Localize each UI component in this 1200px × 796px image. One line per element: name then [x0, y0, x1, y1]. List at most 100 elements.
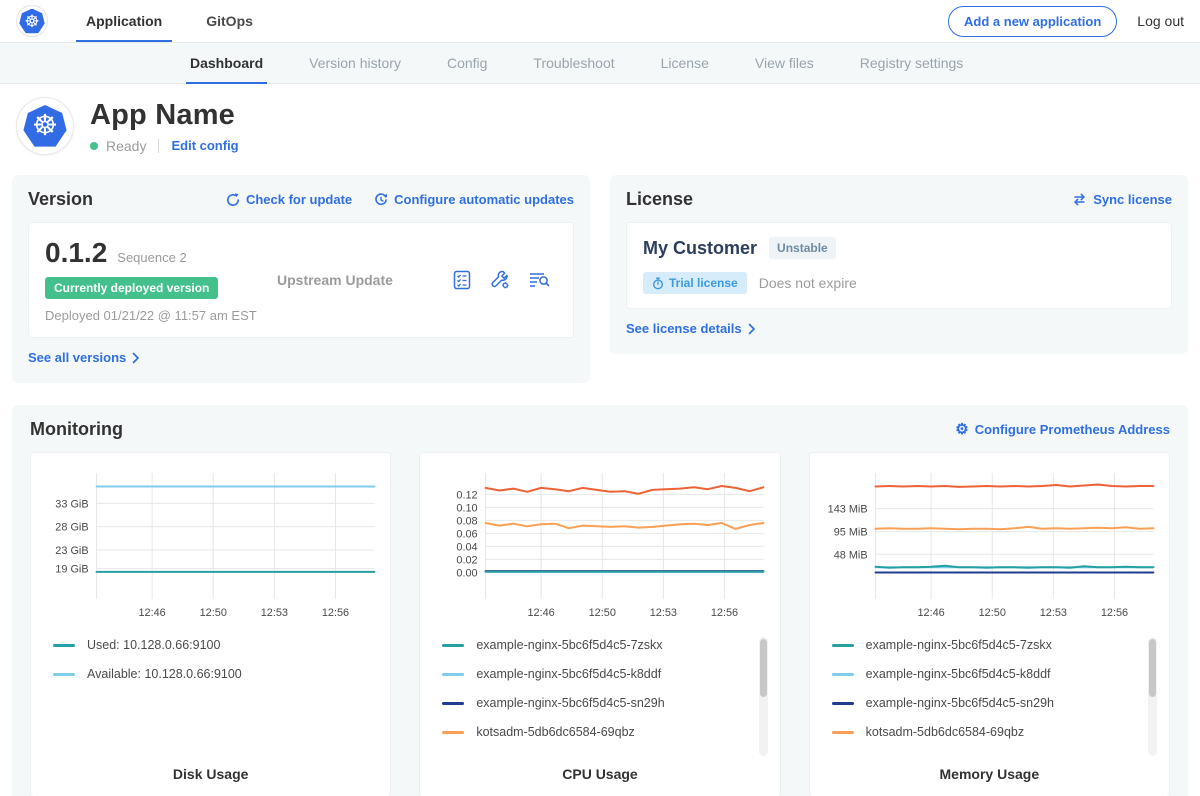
- legend-item[interactable]: Used: 10.128.0.66:9100: [53, 637, 382, 653]
- disk-usage-chart-card: 12:4612:5012:5312:5633 GiB28 GiB23 GiB19…: [30, 452, 391, 796]
- legend-scrollbar-thumb[interactable]: [1149, 639, 1156, 697]
- license-card: License Sync license My Customer Unstabl…: [610, 175, 1188, 354]
- svg-text:33 GiB: 33 GiB: [55, 498, 88, 510]
- sync-license-link[interactable]: Sync license: [1072, 192, 1172, 207]
- svg-text:0.00: 0.00: [457, 567, 478, 579]
- legend-label: example-nginx-5bc6f5d4c5-sn29h: [476, 696, 664, 710]
- legend-item[interactable]: kotsadm-5db6dc6584-69qbz: [442, 724, 771, 740]
- svg-text:0.12: 0.12: [457, 489, 478, 501]
- current-version-row: 0.1.2 Sequence 2 Currently deployed vers…: [28, 222, 574, 338]
- svg-text:19 GiB: 19 GiB: [55, 564, 88, 576]
- svg-text:12:56: 12:56: [711, 607, 738, 619]
- status-badge: Ready: [106, 138, 146, 154]
- clock-refresh-icon: [374, 193, 388, 207]
- legend-color-dash: [53, 673, 75, 676]
- sub-tab-config[interactable]: Config: [447, 43, 487, 83]
- svg-text:143 MiB: 143 MiB: [827, 504, 867, 516]
- svg-text:0.04: 0.04: [457, 541, 478, 553]
- channel-badge: Unstable: [769, 237, 836, 259]
- edit-config-link[interactable]: Edit config: [171, 138, 238, 153]
- legend-label: kotsadm-5db6dc6584-69qbz: [866, 725, 1024, 739]
- legend-color-dash: [53, 644, 75, 647]
- legend-label: example-nginx-5bc6f5d4c5-7zskx: [476, 638, 662, 652]
- status-dot-icon: [90, 142, 98, 150]
- memory-usage-chart-card: 12:4612:5012:5312:56143 MiB95 MiB48 MiB …: [809, 452, 1170, 796]
- sub-tab-dashboard[interactable]: Dashboard: [190, 43, 263, 83]
- cpu-usage-chart-title: CPU Usage: [428, 766, 771, 782]
- app-sub-nav: Dashboard Version history Config Troublesho…: [0, 42, 1200, 84]
- check-for-update-link[interactable]: Check for update: [226, 192, 352, 207]
- stopwatch-icon: [652, 277, 664, 290]
- sync-arrows-icon: [1072, 193, 1087, 206]
- legend-color-dash: [832, 673, 854, 676]
- legend-item[interactable]: example-nginx-5bc6f5d4c5-sn29h: [442, 695, 771, 711]
- disk-usage-chart: 12:4612:5012:5312:5633 GiB28 GiB23 GiB19…: [39, 465, 382, 623]
- divider: [158, 139, 159, 153]
- top-tab-gitops[interactable]: GitOps: [202, 0, 257, 42]
- legend-color-dash: [442, 673, 464, 676]
- cpu-usage-chart-card: 12:4612:5012:5312:560.120.100.080.060.04…: [419, 452, 780, 796]
- configure-prometheus-link[interactable]: ⚙ Configure Prometheus Address: [955, 422, 1170, 437]
- add-application-button[interactable]: Add a new application: [948, 6, 1117, 37]
- license-card-title: License: [626, 189, 693, 210]
- sub-tab-registry-settings[interactable]: Registry settings: [860, 43, 963, 83]
- sub-tab-version-history[interactable]: Version history: [309, 43, 401, 83]
- legend-item[interactable]: example-nginx-5bc6f5d4c5-sn29h: [832, 695, 1161, 711]
- top-tab-application[interactable]: Application: [82, 0, 166, 42]
- kubernetes-logo-icon: ☸: [16, 5, 48, 37]
- license-expiration: Does not expire: [759, 275, 857, 291]
- deployed-timestamp: Deployed 01/21/22 @ 11:57 am EST: [45, 308, 277, 323]
- chevron-right-icon: [132, 352, 140, 364]
- top-nav: ☸ Application GitOps Add a new applicatio…: [0, 0, 1200, 42]
- memory-usage-legend: example-nginx-5bc6f5d4c5-7zskx example-ng…: [818, 637, 1161, 762]
- legend-scrollbar[interactable]: [1148, 637, 1157, 756]
- legend-item[interactable]: example-nginx-5bc6f5d4c5-7zskx: [442, 637, 771, 653]
- legend-scrollbar[interactable]: [759, 637, 768, 756]
- svg-text:12:53: 12:53: [261, 607, 288, 619]
- see-license-details-link[interactable]: See license details: [626, 321, 756, 336]
- memory-usage-chart-title: Memory Usage: [818, 766, 1161, 782]
- currently-deployed-badge: Currently deployed version: [45, 277, 218, 299]
- configure-automatic-updates-link[interactable]: Configure automatic updates: [374, 192, 574, 207]
- sub-tab-troubleshoot[interactable]: Troubleshoot: [533, 43, 614, 83]
- legend-color-dash: [832, 731, 854, 734]
- monitoring-title: Monitoring: [30, 419, 123, 440]
- svg-text:12:46: 12:46: [917, 607, 944, 619]
- svg-text:12:53: 12:53: [650, 607, 677, 619]
- app-avatar: ☸: [16, 97, 74, 155]
- cpu-usage-legend: example-nginx-5bc6f5d4c5-7zskx example-ng…: [428, 637, 771, 762]
- edit-config-wrench-icon[interactable]: [489, 269, 511, 291]
- logout-button[interactable]: Log out: [1137, 13, 1184, 29]
- app-header: ☸ App Name Ready Edit config: [0, 84, 1200, 169]
- trial-license-badge: Trial license: [643, 272, 747, 294]
- see-all-versions-link[interactable]: See all versions: [28, 350, 140, 365]
- disk-usage-legend: Used: 10.128.0.66:9100 Available: 10.128.…: [39, 637, 382, 762]
- gear-icon: ⚙: [955, 422, 968, 437]
- svg-text:48 MiB: 48 MiB: [833, 549, 867, 561]
- version-sequence: Sequence 2: [117, 250, 186, 265]
- svg-text:12:46: 12:46: [528, 607, 555, 619]
- page-title: App Name: [90, 99, 239, 132]
- refresh-icon: [226, 193, 240, 207]
- legend-item[interactable]: example-nginx-5bc6f5d4c5-7zskx: [832, 637, 1161, 653]
- sub-tab-view-files[interactable]: View files: [755, 43, 814, 83]
- view-diff-files-icon[interactable]: [527, 269, 551, 291]
- chevron-right-icon: [748, 323, 756, 335]
- legend-color-dash: [832, 644, 854, 647]
- legend-item[interactable]: example-nginx-5bc6f5d4c5-k8ddf: [832, 666, 1161, 682]
- svg-text:28 GiB: 28 GiB: [55, 522, 88, 534]
- legend-item[interactable]: kotsadm-5db6dc6584-69qbz: [832, 724, 1161, 740]
- sub-tab-license[interactable]: License: [661, 43, 709, 83]
- preflight-checks-icon[interactable]: [451, 269, 473, 291]
- disk-usage-chart-title: Disk Usage: [39, 766, 382, 782]
- svg-text:12:50: 12:50: [589, 607, 616, 619]
- legend-item[interactable]: Available: 10.128.0.66:9100: [53, 666, 382, 682]
- svg-text:12:50: 12:50: [200, 607, 227, 619]
- legend-scrollbar-thumb[interactable]: [760, 639, 767, 697]
- legend-label: example-nginx-5bc6f5d4c5-k8ddf: [866, 667, 1051, 681]
- svg-text:95 MiB: 95 MiB: [833, 527, 867, 539]
- legend-item[interactable]: example-nginx-5bc6f5d4c5-k8ddf: [442, 666, 771, 682]
- top-nav-tabs: Application GitOps: [82, 0, 293, 42]
- svg-text:0.08: 0.08: [457, 515, 478, 527]
- cpu-usage-chart: 12:4612:5012:5312:560.120.100.080.060.04…: [428, 465, 771, 623]
